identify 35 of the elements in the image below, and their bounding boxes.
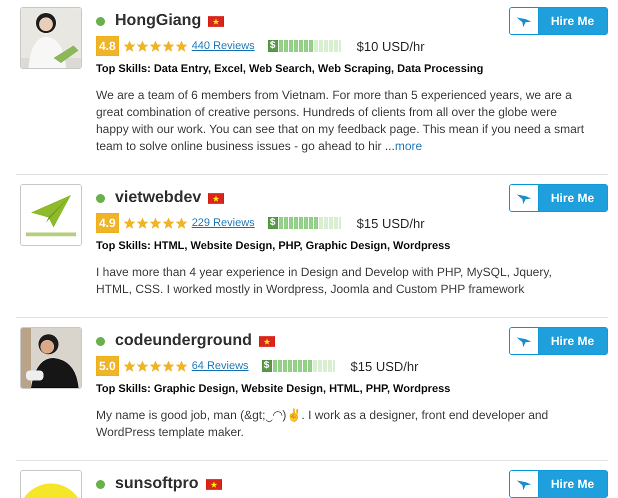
hire-button[interactable]: Hire Me: [509, 184, 608, 212]
hire-button[interactable]: Hire Me: [509, 7, 608, 35]
rating-badge: 5.0: [96, 356, 119, 376]
reviews-link[interactable]: 440 Reviews: [192, 40, 255, 52]
price-symbol: $: [262, 360, 272, 372]
freelancer-name[interactable]: HongGiang: [115, 12, 202, 30]
hire-button[interactable]: Hire Me: [509, 470, 608, 498]
hourly-rate: $10 USD/hr: [356, 38, 425, 54]
top-skills: Top Skills: Data Entry, Excel, Web Search, Web Scraping, Data Processing: [96, 63, 484, 75]
flag-icon: [258, 336, 275, 346]
freelancer-name[interactable]: sunsoftpro: [115, 475, 199, 493]
reviews-link[interactable]: 64 Reviews: [192, 360, 249, 372]
freelancer-name[interactable]: codeunderground: [115, 332, 252, 350]
top-skills: Top Skills: HTML, Website Design, PHP, Graphic Design, Wordpress: [96, 240, 452, 252]
bird-icon: [516, 14, 532, 28]
description: We are a team of 6 members from Vietnam. For more than 5 experienced years, we are a great combination of creative persons. Hundreds of clients from all over the globe were happy with our work. You can see that on my feedback page. This mean if you need a smart team to solve online business issues - go ahead to hir ...more: [96, 87, 586, 155]
description: My name is good job, man (&gt;‿◠)✌. I work as a designer, front end developer and WordPress template maker.: [96, 407, 550, 441]
top-skills: Top Skills: Graphic Design, Website Design, HTML, PHP, Wordpress: [96, 383, 452, 395]
flag-icon: [206, 478, 222, 490]
description: I have more than 4 year experience in Design and Develop with PHP, MySQL, Jquery, HTML, CSS. I worked mostly in Wordpress, Joomla and Custom PHP framework: [96, 264, 553, 298]
hire-button[interactable]: Hire Me: [509, 327, 608, 355]
bird-icon: [516, 192, 532, 204]
hourly-rate: $15 USD/hr: [356, 216, 425, 230]
price-symbol: $: [268, 40, 278, 52]
bird-icon: [516, 478, 532, 490]
freelancer-name[interactable]: vietwebdev: [115, 189, 202, 207]
rating-badge: 4.8: [96, 36, 119, 56]
hourly-rate: $15 USD/hr: [350, 358, 418, 374]
price-symbol: $: [268, 217, 278, 229]
bird-icon: [516, 334, 532, 348]
more-link[interactable]: more: [394, 139, 422, 153]
flag-icon: [208, 192, 224, 204]
reviews-link[interactable]: 229 Reviews: [192, 217, 255, 229]
flag-icon: [208, 16, 224, 26]
rating-badge: 4.9: [96, 213, 119, 233]
